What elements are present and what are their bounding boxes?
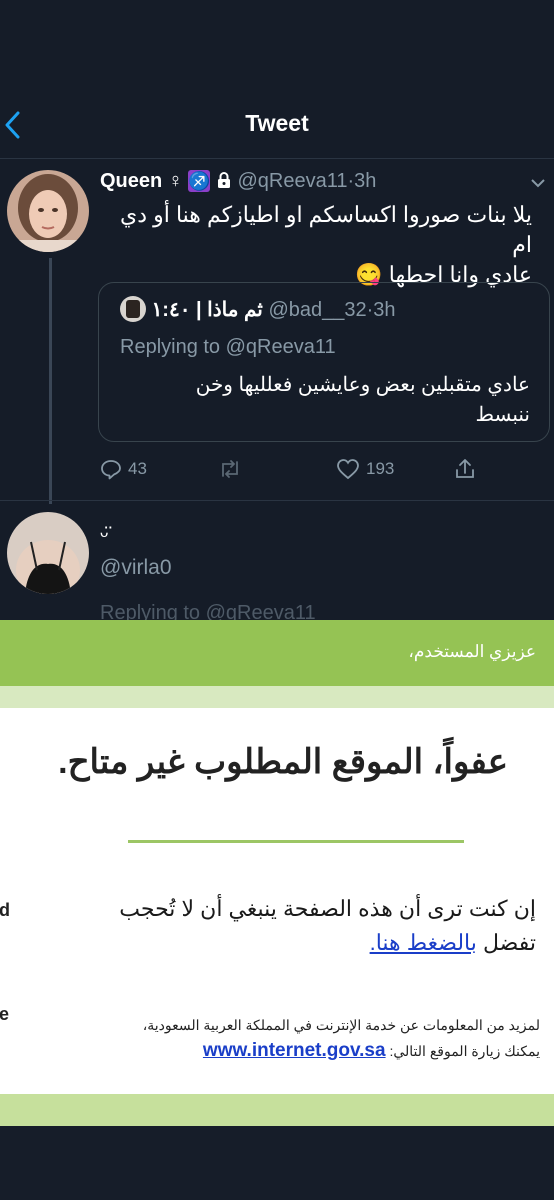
more-info-line: يمكنك زيارة الموقع التالي: www.internet.… bbox=[0, 1038, 540, 1064]
thread-line bbox=[49, 258, 52, 504]
block-greeting: عزيزي المستخدم، bbox=[408, 642, 536, 661]
block-band bbox=[0, 686, 554, 708]
chevron-down-icon bbox=[531, 179, 545, 188]
share-button[interactable] bbox=[454, 456, 476, 482]
quoted-avatar-shape bbox=[126, 300, 140, 318]
like-count: 193 bbox=[366, 459, 395, 478]
divider bbox=[128, 840, 464, 843]
reply-count: 43 bbox=[128, 459, 147, 478]
internet-gov-link[interactable]: www.internet.gov.sa bbox=[203, 1040, 386, 1061]
like-button[interactable]: 193 bbox=[336, 456, 394, 482]
heart-icon bbox=[337, 459, 359, 480]
quoted-avatar bbox=[120, 296, 146, 322]
more-info-line: لمزيد من المعلومات عن خدمة الإنترنت في ا… bbox=[142, 1017, 540, 1033]
quoted-author-handle: @bad__32 bbox=[268, 299, 367, 321]
cut-off-text: d bbox=[0, 900, 10, 920]
tweet-text: يلا بنات صوروا اكساسكم او اطيازكم هنا أو… bbox=[100, 200, 532, 290]
click-here-link[interactable]: بالضغط هنا. bbox=[370, 930, 477, 955]
avatar-image bbox=[7, 512, 89, 594]
author-name[interactable]: Queen bbox=[100, 170, 162, 192]
tweet-meta: Queen ♀ ♐ @qReeva11·3h bbox=[100, 170, 376, 193]
twitter-screen: Tweet Queen ♀ ♐ @qReeva11·3h يلا بنات صو… bbox=[0, 0, 554, 620]
block-message-prefix: تفضل bbox=[483, 930, 536, 955]
quoted-text-line: ننبسط bbox=[475, 404, 530, 426]
block-footer bbox=[0, 1094, 554, 1126]
reply-author-handle[interactable]: @virla0 bbox=[100, 556, 172, 580]
quoted-text-line: عادي متقبلين بعض وعايشين فعلليها وخن bbox=[195, 374, 530, 396]
block-message: إن كنت ترى أن هذه الصفحة ينبغي أن لا تُح… bbox=[0, 892, 536, 960]
reply-button[interactable]: 43 bbox=[100, 456, 147, 482]
author-handle[interactable]: @qReeva11 bbox=[238, 170, 348, 192]
tweet-menu-button[interactable] bbox=[530, 176, 546, 190]
more-info: لمزيد من المعلومات عن خدمة الإنترنت في ا… bbox=[0, 1012, 540, 1064]
quoted-tweet-text: عادي متقبلين بعض وعايشين فعلليها وخن ننب… bbox=[120, 370, 530, 430]
reply-replying-to: Replying to @qReeva11 bbox=[100, 602, 316, 620]
share-icon bbox=[456, 459, 474, 478]
more-info-prefix: يمكنك زيارة الموقع التالي: bbox=[389, 1043, 540, 1059]
reply-icon bbox=[101, 460, 121, 480]
retweet-icon bbox=[222, 460, 238, 478]
tweet-text-line: يلا بنات صوروا اكساسكم او اطيازكم هنا أو… bbox=[119, 202, 532, 257]
block-message-line: تفضل بالضغط هنا. bbox=[0, 926, 536, 960]
divider bbox=[0, 500, 554, 501]
reply-author-name[interactable]: ᵕ̈ bbox=[100, 522, 108, 548]
quoted-author-name: ثم ماذا | ١:٤٠ bbox=[151, 299, 263, 321]
avatar[interactable] bbox=[7, 170, 89, 252]
bottom-area bbox=[0, 1126, 554, 1200]
block-title: عفواً، الموقع المطلوب غير متاح. bbox=[58, 743, 508, 781]
page-title: Tweet bbox=[245, 110, 309, 136]
quoted-tweet-meta: ثم ماذا | ١:٤٠ @bad__32·3h bbox=[120, 296, 396, 322]
lock-icon bbox=[217, 172, 230, 188]
retweet-button[interactable] bbox=[218, 456, 248, 482]
quoted-replying-to: Replying to @qReeva11 bbox=[120, 336, 336, 358]
female-symbol: ♀ bbox=[167, 170, 183, 192]
avatar-image bbox=[7, 170, 89, 252]
reply-avatar[interactable] bbox=[7, 512, 89, 594]
quoted-tweet-time: 3h bbox=[373, 299, 396, 321]
sagittarius-icon: ♐ bbox=[188, 170, 211, 192]
tweet-time: 3h bbox=[354, 170, 377, 192]
block-message-line: إن كنت ترى أن هذه الصفحة ينبغي أن لا تُح… bbox=[119, 896, 536, 921]
